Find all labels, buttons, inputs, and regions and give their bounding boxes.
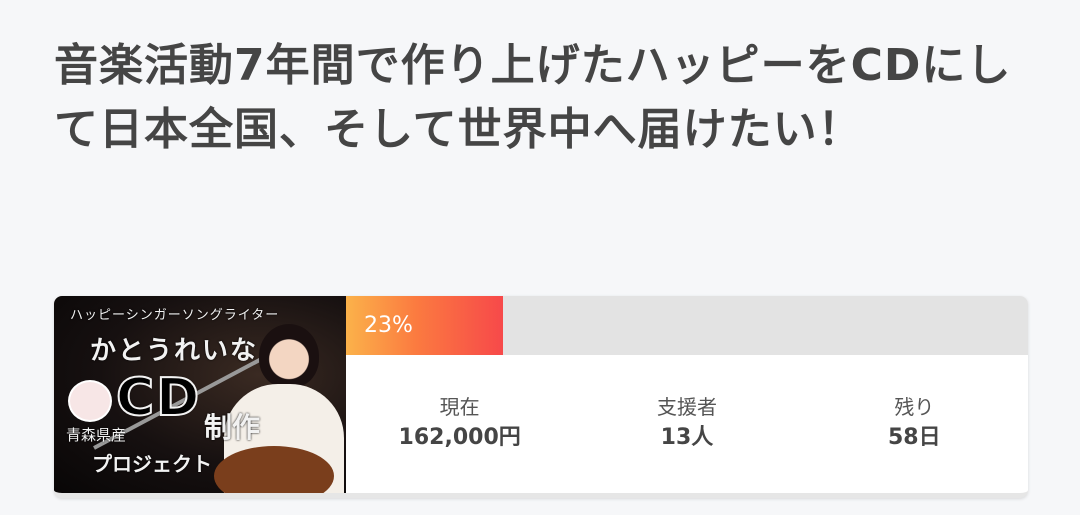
stat-current-amount: 現在 162,000円	[346, 355, 573, 493]
project-title[interactable]: 音楽活動7年間で作り上げたハッピーをCDにして日本全国、そして世界中へ届けたい！	[54, 34, 1044, 162]
funding-percent: 23%	[364, 313, 413, 338]
thumbnail-caption-2: かとうれいな	[90, 336, 259, 366]
funding-progress-fill: 23%	[346, 296, 503, 355]
project-stats: 現在 162,000円 支援者 13人 残り 58日	[346, 355, 1028, 493]
stat-label: 残り	[894, 395, 935, 419]
singer-face-graphic	[259, 324, 319, 388]
stat-supporters: 支援者 13人	[573, 355, 800, 493]
thumbnail-caption-1: ハッピーシンガーソングライター	[70, 308, 280, 323]
stat-value: 162,000円	[398, 425, 521, 450]
stat-label: 現在	[439, 395, 480, 419]
thumbnail-caption-5: 青森県産	[66, 426, 127, 444]
project-card[interactable]: ハッピーシンガーソングライター かとうれいな CD 制作 青森県産 プロジェクト…	[54, 296, 1028, 498]
funding-progress-bar: 23%	[346, 296, 1028, 355]
apple-icon	[68, 380, 112, 422]
stat-label: 支援者	[656, 395, 717, 419]
project-thumbnail[interactable]: ハッピーシンガーソングライター かとうれいな CD 制作 青森県産 プロジェクト	[54, 296, 346, 493]
thumbnail-caption-3: CD	[115, 367, 202, 429]
thumbnail-caption-4: 制作	[204, 411, 261, 444]
stat-value: 13人	[660, 425, 714, 450]
stat-days-left: 残り 58日	[801, 355, 1028, 493]
thumbnail-caption-6: プロジェクト	[92, 452, 212, 476]
stat-value: 58日	[888, 425, 941, 450]
